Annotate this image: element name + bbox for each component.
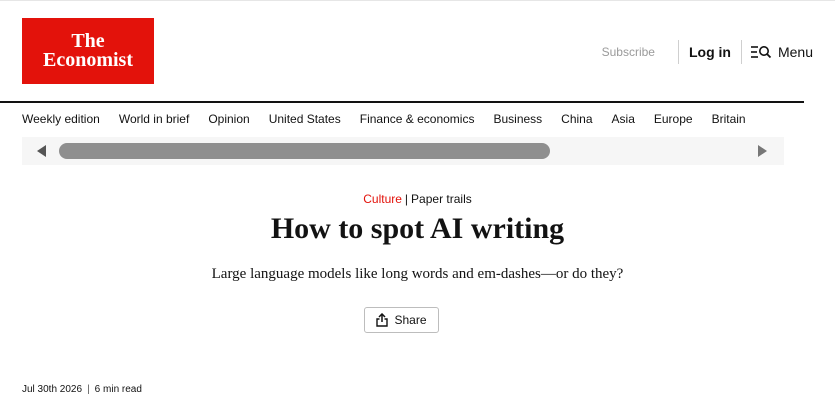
nav-item-business[interactable]: Business [493, 112, 542, 126]
logo-line-1: The [71, 30, 105, 52]
nav-item-weekly-edition[interactable]: Weekly edition [22, 112, 100, 126]
share-button[interactable]: Share [364, 307, 439, 333]
section-nav: Weekly edition World in brief Opinion Un… [22, 112, 812, 126]
header-divider [677, 40, 679, 64]
nav-item-europe[interactable]: Europe [654, 112, 693, 126]
section-link[interactable]: Culture [363, 192, 402, 206]
nav-item-opinion[interactable]: Opinion [208, 112, 249, 126]
share-icon [376, 313, 394, 327]
economist-logo[interactable]: The Economist [22, 18, 154, 84]
header-divider-rule [0, 101, 804, 103]
menu-label: Menu [777, 44, 813, 60]
scroll-left-arrow-icon[interactable] [37, 145, 46, 157]
share-label: Share [394, 313, 427, 327]
article-rubric: Culture | Paper trails [0, 192, 835, 206]
article-subheadline: Large language models like long words an… [211, 266, 624, 282]
nav-item-world-in-brief[interactable]: World in brief [119, 112, 189, 126]
nav-item-finance-economics[interactable]: Finance & economics [360, 112, 475, 126]
article-meta: Jul 30th 2026 | 6 min read [22, 384, 142, 395]
nav-item-united-states[interactable]: United States [269, 112, 341, 126]
logo-line-2: Economist [43, 49, 133, 71]
nav-item-britain[interactable]: Britain [712, 112, 746, 126]
header-divider [740, 40, 742, 64]
subscribe-link[interactable]: Subscribe [602, 45, 655, 59]
fly-title: Paper trails [411, 192, 472, 206]
top-divider [0, 0, 835, 1]
rubric-divider: | [404, 192, 409, 206]
publish-date: Jul 30th 2026 [22, 384, 83, 395]
menu-button[interactable]: Menu [750, 44, 813, 60]
login-link[interactable]: Log in [689, 44, 731, 60]
read-time: 6 min read [94, 384, 142, 395]
menu-search-icon [750, 45, 778, 59]
header-actions: Subscribe Log in Menu [602, 40, 813, 64]
nav-item-china[interactable]: China [561, 112, 592, 126]
meta-divider: | [87, 384, 90, 395]
scroll-right-arrow-icon[interactable] [758, 145, 767, 157]
article-headline: How to spot AI writing [270, 212, 565, 245]
nav-scrollbar[interactable] [22, 137, 784, 165]
scrollbar-thumb[interactable] [59, 143, 550, 159]
nav-item-asia[interactable]: Asia [612, 112, 635, 126]
